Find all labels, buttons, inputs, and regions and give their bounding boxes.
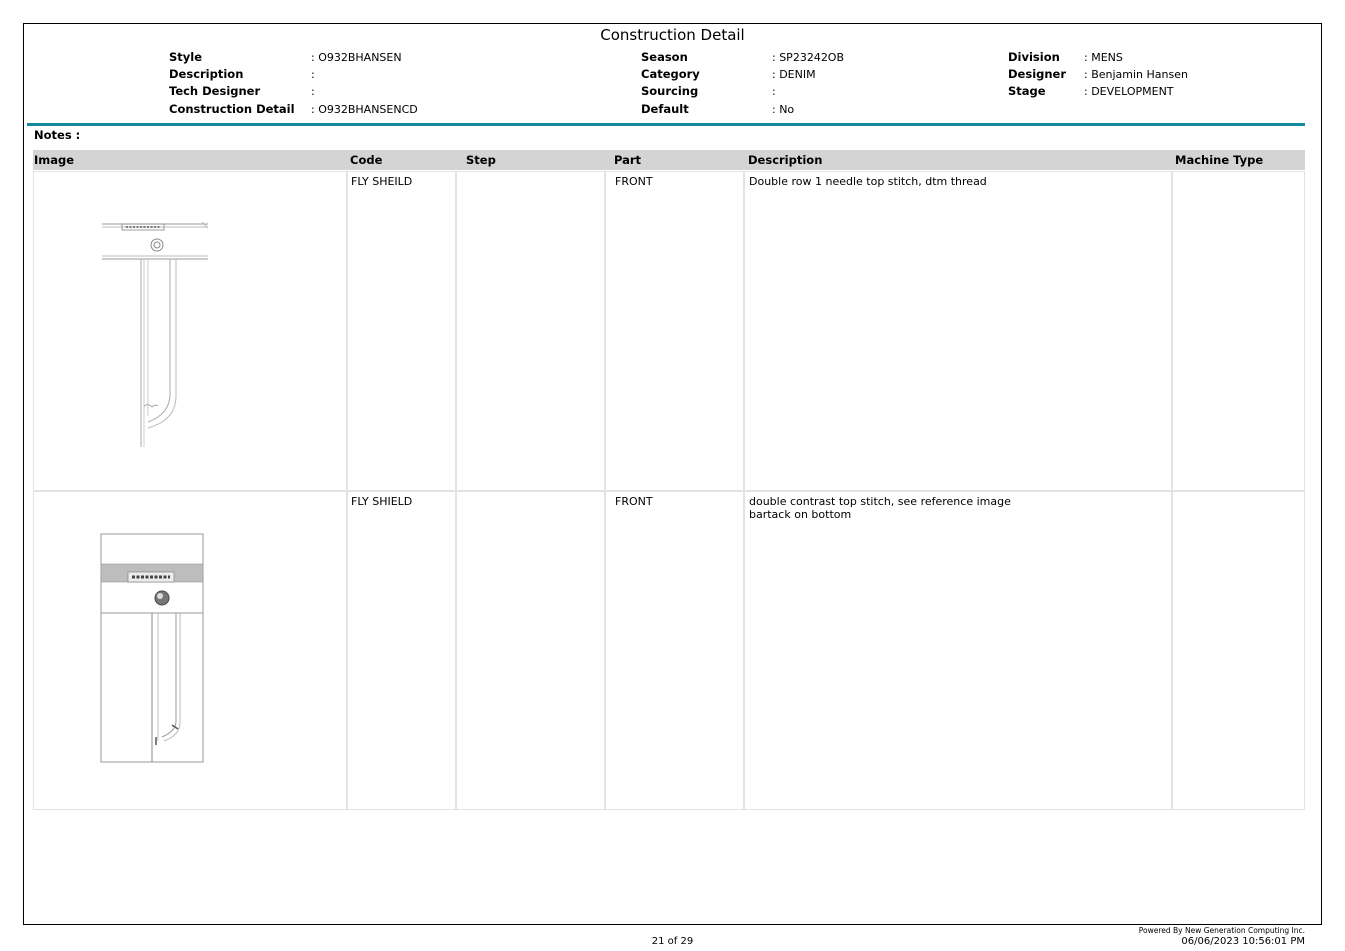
column-header-step: Step [466, 153, 496, 167]
step-cell [456, 491, 605, 810]
fly-shield-sketch-icon [102, 221, 209, 447]
powered-by-text: Powered By New Generation Computing Inc. [1138, 926, 1305, 935]
fly-shield-reference-sketch-icon [100, 533, 204, 763]
tech-designer-label: Tech Designer [169, 84, 261, 98]
page-number: 21 of 29 [651, 936, 694, 947]
designer-value: : Benjamin Hansen [1084, 68, 1188, 81]
machine-type-cell [1172, 491, 1305, 810]
style-value: : O932BHANSEN [311, 51, 402, 64]
header-divider [27, 123, 1305, 126]
season-value: : SP23242OB [772, 51, 845, 64]
column-header-machine-type: Machine Type [1175, 153, 1264, 167]
category-label: Category [641, 67, 700, 81]
description-value: : [311, 68, 315, 81]
description-text-line2: bartack on bottom [749, 508, 852, 521]
construction-detail-value: : O932BHANSENCD [311, 103, 418, 116]
column-header-description: Description [748, 153, 823, 167]
table-header: Image Code Step Part Description Machine… [33, 150, 1305, 170]
sourcing-label: Sourcing [641, 84, 699, 98]
default-label: Default [641, 102, 689, 116]
step-cell [456, 171, 605, 491]
stage-value: : DEVELOPMENT [1084, 85, 1174, 98]
style-label: Style [169, 50, 203, 64]
notes-label: Notes : [34, 128, 81, 142]
print-datetime: 06/06/2023 10:56:01 PM [1181, 936, 1305, 947]
description-cell: Double row 1 needle top stitch, dtm thre… [744, 171, 1172, 491]
sourcing-value: : [772, 85, 776, 98]
part-text: FRONT [615, 175, 653, 188]
division-value: : MENS [1084, 51, 1123, 64]
default-value: : No [772, 103, 795, 116]
image-cell [33, 171, 347, 491]
code-text: FLY SHEILD [351, 175, 413, 188]
category-value: : DENIM [772, 68, 816, 81]
division-label: Division [1008, 50, 1060, 64]
description-text: Double row 1 needle top stitch, dtm thre… [749, 175, 987, 188]
part-text: FRONT [615, 495, 653, 508]
description-label: Description [169, 67, 244, 81]
part-cell: FRONT [605, 491, 744, 810]
column-header-part: Part [614, 153, 642, 167]
designer-label: Designer [1008, 67, 1067, 81]
season-label: Season [641, 50, 688, 64]
code-cell: FLY SHEILD [347, 171, 456, 491]
machine-type-cell [1172, 171, 1305, 491]
column-header-image: Image [34, 153, 75, 167]
construction-detail-label: Construction Detail [169, 102, 295, 116]
column-header-code: Code [350, 153, 383, 167]
code-cell: FLY SHIELD [347, 491, 456, 810]
tech-designer-value: : [311, 85, 315, 98]
description-cell: double contrast top stitch, see referenc… [744, 491, 1172, 810]
code-text: FLY SHIELD [351, 495, 413, 508]
page-title: Construction Detail [600, 26, 745, 44]
description-text: double contrast top stitch, see referenc… [749, 495, 1011, 508]
stage-label: Stage [1008, 84, 1046, 98]
part-cell: FRONT [605, 171, 744, 491]
image-cell [33, 491, 347, 810]
